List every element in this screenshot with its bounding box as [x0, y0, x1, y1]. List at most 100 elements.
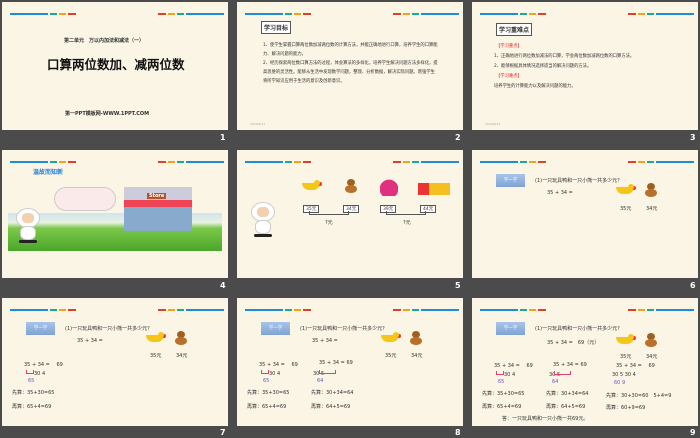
slide-number: 8 — [455, 428, 461, 437]
slide-thumbnail-4[interactable]: 温故而知新 Store — [2, 150, 228, 278]
teddy-bear-image — [174, 331, 188, 345]
slide-thumbnail-6[interactable]: 学一学 (1)一只玩具鸭和一只小熊一共多少元？ 35 + 34 = 35元 34… — [472, 150, 698, 278]
slide-thumbnail-2[interactable]: 学习目标 1、使学生掌握口算两位数加减两位数的计算方法，并能正确地进行口算，培养… — [237, 2, 463, 130]
slide-date: 2020/6/11 — [485, 122, 501, 126]
equation: 35 + 34 = 69（元） — [547, 340, 600, 346]
method1-step2: 再算：65+4=69 — [12, 404, 52, 410]
question-text: (1)一只玩具鸭和一只小熊一共多少元？ — [300, 326, 388, 332]
slide-number: 3 — [690, 133, 696, 142]
bear-price: 34元 — [176, 353, 188, 359]
decorative-bars — [472, 13, 698, 15]
slide-number: 4 — [220, 281, 226, 290]
teddy-bear-image — [644, 183, 658, 197]
question-text: (1)一只玩具鸭和一只小熊一共多少元？ — [535, 326, 623, 332]
method1-step1: 先算：35+30=65 — [12, 390, 55, 396]
old-goat-character — [251, 202, 275, 238]
teddy-bear-image — [644, 333, 658, 347]
unknown-total: ?元 — [325, 220, 333, 226]
key-points-label: 【学习重点】 — [496, 44, 522, 49]
learn-button: 学一学 — [26, 322, 55, 335]
method3-split: 30 5 30 4 — [612, 372, 636, 378]
thought-bubble-sheep — [54, 187, 116, 211]
slide-thumbnail-1[interactable]: 第二单元 万以内加法和减法（一） 口算两位数加、减两位数 第一PPT模板网-WW… — [2, 2, 228, 130]
equation: 35 + 34 = — [77, 338, 103, 344]
method1-partial: 65 — [28, 378, 35, 384]
method2-equation: 35 + 34 = 69 — [553, 362, 587, 368]
toy-duck-image — [616, 184, 636, 194]
equation: 35 + 34 = — [547, 190, 573, 196]
method1-step1: 先算：35+30=65 — [482, 391, 525, 397]
method3-equation: 35 + 34 = 69 — [616, 363, 655, 369]
toy-duck-image — [381, 332, 401, 342]
method1-step1: 先算：35+30=65 — [247, 390, 290, 396]
toy-duck-image — [146, 332, 166, 342]
method1-split: 30 4 — [504, 372, 516, 378]
slide-number: 5 — [455, 281, 461, 290]
method2-step2: 再算：64+5=69 — [311, 404, 351, 410]
method2-partial: 64 — [317, 378, 324, 384]
question-text: (1)一只玩具鸭和一只小熊一共多少元？ — [535, 178, 623, 184]
method1-equation: 35 + 34 = 69 — [259, 362, 298, 368]
decorative-bars — [237, 309, 463, 311]
learn-button: 学一学 — [496, 174, 525, 187]
duck-price: 35元 — [620, 206, 632, 212]
slide-number: 6 — [690, 281, 696, 290]
slide-date: 2020/6/11 — [250, 122, 266, 126]
teddy-bear-image — [409, 331, 423, 345]
decorative-bars — [237, 161, 463, 163]
slide-footer: 第一PPT模板网-WWW.1PPT.COM — [65, 111, 150, 117]
slide-heading: 学习目标 — [261, 21, 292, 34]
question-text: (1)一只玩具鸭和一只小熊一共多少元？ — [65, 326, 153, 332]
slide-title: 口算两位数加、减两位数 — [47, 57, 185, 72]
bear-price: 34元 — [646, 354, 658, 360]
bear-price: 34元 — [646, 206, 658, 212]
method2-partial: 64 — [552, 379, 559, 385]
sum-bracket — [386, 211, 426, 215]
toy-duck-image — [302, 180, 322, 190]
calc-bracket — [496, 371, 504, 375]
method3-step1: 先算：30+30=60 5+4=9 — [606, 393, 672, 399]
learn-button: 学一学 — [496, 322, 525, 335]
key-point-1: 1、正确地进行两位数加减法的口算，学会两位数加减两位数的口算方法。 — [494, 54, 635, 59]
slide-heading: 温故而知新 — [33, 169, 64, 176]
decorative-bars — [472, 161, 698, 163]
method1-partial: 65 — [498, 379, 505, 385]
duck-price: 35元 — [620, 354, 632, 360]
slide-thumbnail-3[interactable]: 学习重难点 【学习重点】 1、正确地进行两位数加减法的口算，学会两位数加减两位数… — [472, 2, 698, 130]
difficulty-label: 【学习难点】 — [496, 74, 522, 79]
slide-number: 2 — [455, 133, 461, 142]
objective-1: 1、使学生掌握口算两位数加减两位数的计算方法，并能正确地进行口算，培养学生的口算… — [263, 43, 438, 57]
method2-step1: 先算：30+34=64 — [311, 390, 354, 396]
decorative-bars — [472, 309, 698, 311]
decorative-bars — [2, 309, 228, 311]
method2-step1: 先算：30+34=64 — [546, 391, 589, 397]
slide-thumbnail-5[interactable]: 35元 34元 39元 44元 ?元 ?元 — [237, 150, 463, 278]
answer-text: 答：一只玩具鸭和一只小熊一共69元。 — [502, 416, 589, 422]
method1-step2: 再算：65+4=69 — [247, 404, 287, 410]
method1-equation: 35 + 34 = 69 — [24, 362, 63, 368]
calc-bracket — [554, 371, 571, 375]
slide-thumbnail-8[interactable]: 学一学 (1)一只玩具鸭和一只小熊一共多少元？ 35 + 34 = 35元 34… — [237, 298, 463, 426]
equation: 35 + 34 = — [312, 338, 338, 344]
difficulty-text: 培养学生的计算能力以及解决问题的能力。 — [494, 84, 576, 89]
slide-thumbnail-7[interactable]: 学一学 (1)一只玩具鸭和一只小熊一共多少元？ 35 + 34 = 35元 34… — [2, 298, 228, 426]
method1-split: 30 4 — [269, 371, 281, 377]
slide-subtitle: 第二单元 万以内加法和减法（一） — [64, 38, 145, 44]
decorative-bars — [2, 161, 228, 163]
method1-step2: 再算：65+4=69 — [482, 404, 522, 410]
teddy-bear-image — [344, 179, 358, 193]
store-sign: Store — [147, 193, 167, 199]
method2-step2: 再算：64+5=69 — [546, 404, 586, 410]
method1-split: 30 4 — [34, 371, 46, 377]
duck-price: 35元 — [385, 353, 397, 359]
unknown-total: ?元 — [403, 220, 411, 226]
method3-partial: 60 9 — [614, 380, 626, 386]
toy-duck-image — [616, 334, 636, 344]
toy-guitar-image — [380, 168, 398, 196]
slide-thumbnail-9[interactable]: 学一学 (1)一只玩具鸭和一只小熊一共多少元？ 35 + 34 = 69（元） … — [472, 298, 698, 426]
method3-step2: 再算：60+9=69 — [606, 405, 646, 411]
bear-price: 34元 — [411, 353, 423, 359]
decorative-bars — [2, 13, 228, 15]
method1-equation: 35 + 34 = 69 — [494, 363, 533, 369]
slide-heading: 学习重难点 — [496, 23, 533, 36]
